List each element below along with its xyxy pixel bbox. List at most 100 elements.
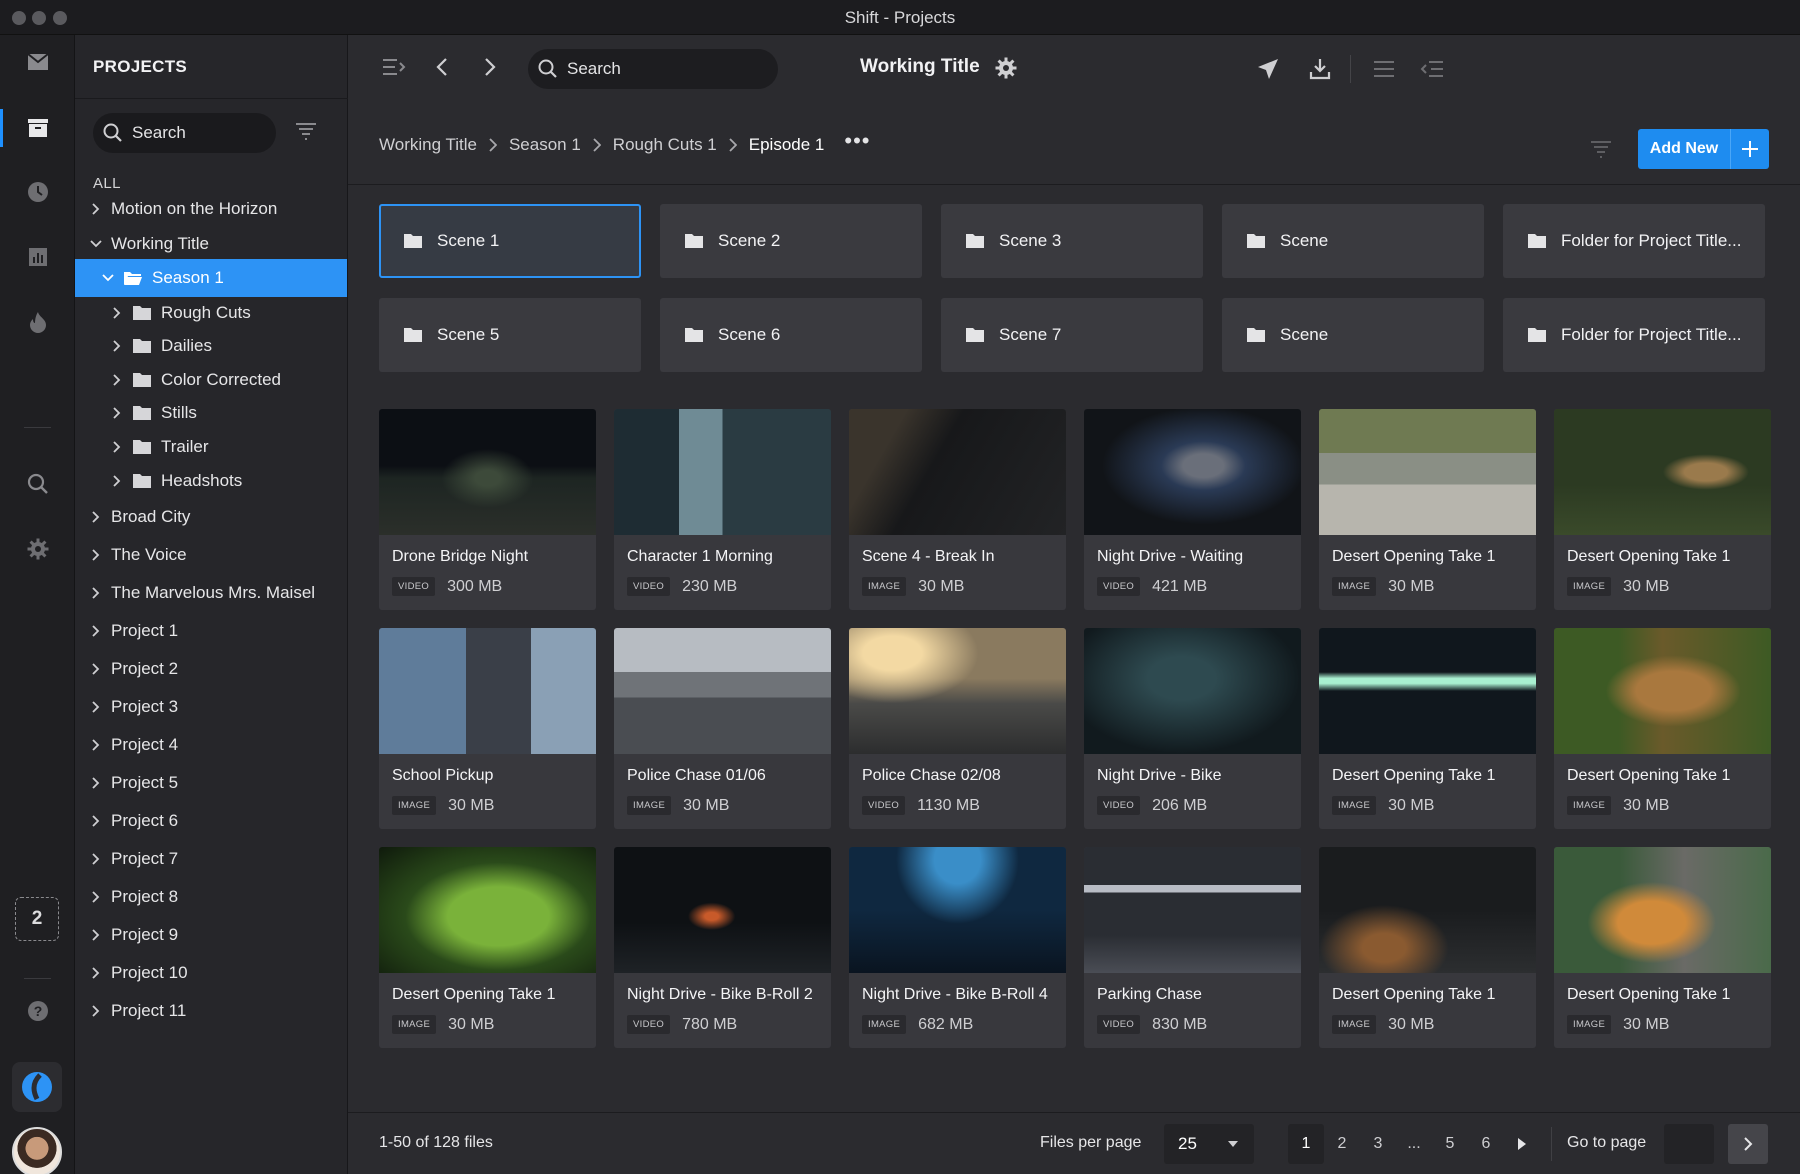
tree-item-stills[interactable]: Stills bbox=[75, 394, 347, 432]
file-card[interactable]: Night Drive - Waiting VIDEO 421 MB bbox=[1084, 409, 1301, 610]
file-thumbnail[interactable] bbox=[379, 628, 596, 754]
file-card[interactable]: Desert Opening Take 1 IMAGE 30 MB bbox=[1554, 409, 1771, 610]
tree-item-season-1[interactable]: Season 1 bbox=[75, 259, 347, 297]
file-card[interactable]: Scene 4 - Break In IMAGE 30 MB bbox=[849, 409, 1066, 610]
project-settings-gear-icon[interactable] bbox=[994, 56, 1018, 80]
file-card[interactable]: Drone Bridge Night VIDEO 300 MB bbox=[379, 409, 596, 610]
tree-item-the-marvelous-mrs-maisel[interactable]: The Marvelous Mrs. Maisel bbox=[75, 574, 347, 612]
file-thumbnail[interactable] bbox=[1084, 628, 1301, 754]
help-icon[interactable]: ? bbox=[0, 986, 75, 1036]
file-thumbnail[interactable] bbox=[614, 628, 831, 754]
expand-sidebar-icon[interactable] bbox=[380, 53, 408, 81]
files-per-page-select[interactable]: 25 bbox=[1164, 1124, 1254, 1164]
folder-tile[interactable]: Scene 5 bbox=[379, 298, 641, 372]
inbox-icon[interactable] bbox=[0, 37, 75, 87]
chevron-right-icon[interactable] bbox=[89, 929, 103, 941]
folder-tile[interactable]: Scene bbox=[1222, 298, 1484, 372]
projects-icon[interactable] bbox=[0, 103, 75, 153]
file-card[interactable]: Night Drive - Bike B-Roll 4 IMAGE 682 MB bbox=[849, 847, 1066, 1048]
file-thumbnail[interactable] bbox=[1319, 628, 1536, 754]
chevron-down-icon[interactable] bbox=[89, 240, 103, 248]
chevron-right-icon[interactable] bbox=[110, 374, 124, 386]
file-card[interactable]: Police Chase 02/08 VIDEO 1130 MB bbox=[849, 628, 1066, 829]
chevron-right-icon[interactable] bbox=[89, 625, 103, 637]
add-new-button[interactable]: Add New bbox=[1638, 129, 1769, 169]
back-chevron-icon[interactable] bbox=[428, 53, 456, 81]
page-number[interactable]: 6 bbox=[1468, 1124, 1504, 1164]
shift-logo-icon[interactable] bbox=[12, 1062, 62, 1112]
chevron-right-icon[interactable] bbox=[89, 511, 103, 523]
file-card[interactable]: Desert Opening Take 1 IMAGE 30 MB bbox=[379, 847, 596, 1048]
file-card[interactable]: Character 1 Morning VIDEO 230 MB bbox=[614, 409, 831, 610]
collapse-panel-icon[interactable] bbox=[1418, 55, 1446, 83]
chevron-right-icon[interactable] bbox=[89, 891, 103, 903]
file-thumbnail[interactable] bbox=[1319, 409, 1536, 535]
search-icon[interactable] bbox=[0, 459, 75, 509]
flame-icon[interactable] bbox=[0, 297, 75, 347]
gear-icon[interactable] bbox=[0, 524, 75, 574]
folder-tile[interactable]: Scene 3 bbox=[941, 204, 1203, 278]
go-to-page-input[interactable] bbox=[1664, 1124, 1714, 1164]
file-thumbnail[interactable] bbox=[379, 847, 596, 973]
breadcrumb-item[interactable]: Rough Cuts 1 bbox=[613, 135, 717, 155]
page-number[interactable]: 1 bbox=[1288, 1124, 1324, 1164]
tree-item-broad-city[interactable]: Broad City bbox=[75, 498, 347, 536]
file-thumbnail[interactable] bbox=[1554, 847, 1771, 973]
tree-item-project-10[interactable]: Project 10 bbox=[75, 954, 347, 992]
file-thumbnail[interactable] bbox=[849, 847, 1066, 973]
tree-item-project-1[interactable]: Project 1 bbox=[75, 612, 347, 650]
file-thumbnail[interactable] bbox=[849, 409, 1066, 535]
chevron-right-icon[interactable] bbox=[89, 663, 103, 675]
tree-item-project-8[interactable]: Project 8 bbox=[75, 878, 347, 916]
download-icon[interactable] bbox=[1306, 55, 1334, 83]
file-thumbnail[interactable] bbox=[379, 409, 596, 535]
tree-item-project-3[interactable]: Project 3 bbox=[75, 688, 347, 726]
folder-tile[interactable]: Scene 6 bbox=[660, 298, 922, 372]
tree-item-the-voice[interactable]: The Voice bbox=[75, 536, 347, 574]
file-card[interactable]: Desert Opening Take 1 IMAGE 30 MB bbox=[1319, 847, 1536, 1048]
go-to-page-button[interactable] bbox=[1728, 1124, 1768, 1164]
list-view-icon[interactable] bbox=[1370, 55, 1398, 83]
tree-item-project-11[interactable]: Project 11 bbox=[75, 992, 347, 1030]
breadcrumb-item[interactable]: Season 1 bbox=[509, 135, 581, 155]
tree-item-project-6[interactable]: Project 6 bbox=[75, 802, 347, 840]
send-icon[interactable] bbox=[1254, 55, 1282, 83]
folder-tile[interactable]: Folder for Project Title... bbox=[1503, 298, 1765, 372]
folder-tile[interactable]: Scene 1 bbox=[379, 204, 641, 278]
file-card[interactable]: Desert Opening Take 1 IMAGE 30 MB bbox=[1554, 628, 1771, 829]
tree-item-working-title[interactable]: Working Title bbox=[75, 225, 347, 263]
file-thumbnail[interactable] bbox=[614, 409, 831, 535]
folder-tile[interactable]: Scene 2 bbox=[660, 204, 922, 278]
chevron-right-icon[interactable] bbox=[89, 853, 103, 865]
chevron-right-icon[interactable] bbox=[110, 307, 124, 319]
page-number[interactable]: 3 bbox=[1360, 1124, 1396, 1164]
chevron-right-icon[interactable] bbox=[110, 407, 124, 419]
chevron-right-icon[interactable] bbox=[89, 815, 103, 827]
file-card[interactable]: Parking Chase VIDEO 830 MB bbox=[1084, 847, 1301, 1048]
tree-item-motion-on-the-horizon[interactable]: Motion on the Horizon bbox=[75, 190, 347, 228]
folder-tile[interactable]: Scene bbox=[1222, 204, 1484, 278]
tree-item-project-4[interactable]: Project 4 bbox=[75, 726, 347, 764]
file-card[interactable]: School Pickup IMAGE 30 MB bbox=[379, 628, 596, 829]
file-thumbnail[interactable] bbox=[1554, 628, 1771, 754]
file-card[interactable]: Desert Opening Take 1 IMAGE 30 MB bbox=[1319, 409, 1536, 610]
chevron-right-icon[interactable] bbox=[89, 549, 103, 561]
forward-chevron-icon[interactable] bbox=[476, 53, 504, 81]
tree-item-project-2[interactable]: Project 2 bbox=[75, 650, 347, 688]
breadcrumb-more-button[interactable]: ••• bbox=[844, 128, 870, 154]
chevron-right-icon[interactable] bbox=[110, 441, 124, 453]
file-card[interactable]: Police Chase 01/06 IMAGE 30 MB bbox=[614, 628, 831, 829]
file-thumbnail[interactable] bbox=[614, 847, 831, 973]
tree-item-project-9[interactable]: Project 9 bbox=[75, 916, 347, 954]
file-thumbnail[interactable] bbox=[1319, 847, 1536, 973]
chevron-right-icon[interactable] bbox=[89, 777, 103, 789]
history-icon[interactable] bbox=[0, 167, 75, 217]
chevron-right-icon[interactable] bbox=[89, 701, 103, 713]
page-number[interactable]: 5 bbox=[1432, 1124, 1468, 1164]
analytics-icon[interactable] bbox=[0, 232, 75, 282]
file-card[interactable]: Night Drive - Bike B-Roll 2 VIDEO 780 MB bbox=[614, 847, 831, 1048]
tree-item-project-5[interactable]: Project 5 bbox=[75, 764, 347, 802]
chevron-right-icon[interactable] bbox=[89, 967, 103, 979]
chevron-right-icon[interactable] bbox=[110, 340, 124, 352]
breadcrumb-item[interactable]: Working Title bbox=[379, 135, 477, 155]
